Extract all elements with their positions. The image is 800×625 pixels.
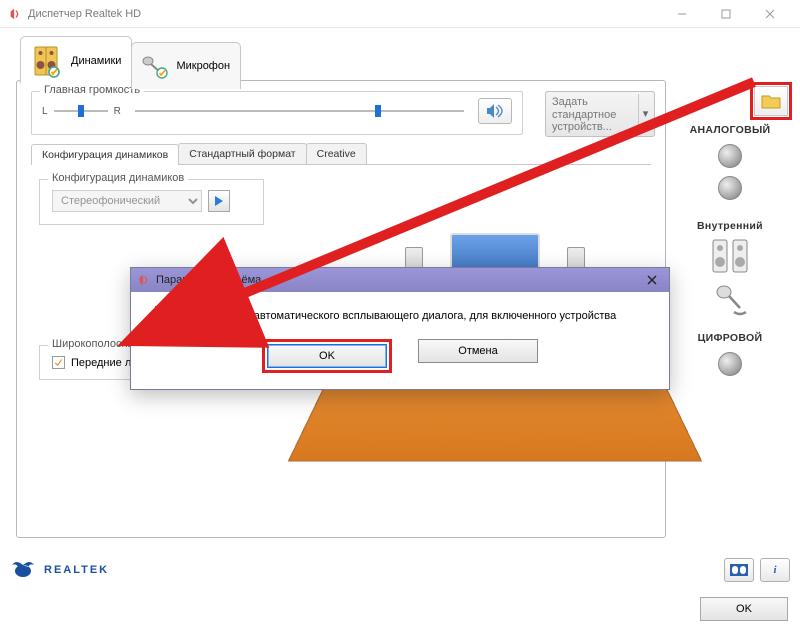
close-button[interactable] bbox=[748, 0, 792, 28]
speakers-icon bbox=[27, 43, 65, 79]
internal-speakers-icon bbox=[707, 236, 753, 276]
analog-label: АНАЛОГОВЫЙ bbox=[674, 124, 786, 136]
volume-slider[interactable] bbox=[135, 102, 464, 120]
analog-jack-1[interactable] bbox=[718, 144, 742, 168]
checkbox-icon bbox=[52, 356, 65, 369]
speaker-config-group: Конфигурация динамиков Стереофонический bbox=[39, 179, 264, 225]
maximize-button[interactable] bbox=[704, 0, 748, 28]
footer: REALTEK i bbox=[10, 558, 790, 582]
default-device-dropdown[interactable]: Задать стандартное устройств... ▾ bbox=[545, 91, 655, 137]
speaker-config-select[interactable]: Стереофонический bbox=[52, 190, 202, 212]
tab-speakers[interactable]: Динамики bbox=[20, 36, 132, 83]
dialog-icon bbox=[137, 273, 151, 287]
internal-label: Внутренний bbox=[674, 220, 786, 232]
analog-jack-2[interactable] bbox=[718, 176, 742, 200]
device-tabs: Динамики Микрофон bbox=[20, 36, 240, 83]
subtab-config[interactable]: Конфигурация динамиков bbox=[31, 144, 179, 165]
brand: REALTEK bbox=[10, 559, 109, 581]
subtab-creative[interactable]: Creative bbox=[306, 143, 367, 164]
minimize-button[interactable] bbox=[660, 0, 704, 28]
app-icon bbox=[8, 7, 22, 21]
balance-r-label: R bbox=[114, 106, 121, 117]
main-ok-button[interactable]: OK bbox=[700, 597, 788, 621]
connector-settings-dialog: Параметры разъёма Подключение автоматиче… bbox=[130, 267, 670, 390]
auto-popup-checkbox[interactable]: Подключение автоматического всплывающего… bbox=[155, 306, 645, 325]
balance-slider[interactable] bbox=[54, 102, 108, 120]
titlebar: Диспетчер Realtek HD bbox=[0, 0, 800, 28]
sub-tabs: Конфигурация динамиков Стандартный форма… bbox=[31, 143, 651, 165]
window-title: Диспетчер Realtek HD bbox=[28, 8, 660, 20]
subtab-format[interactable]: Стандартный формат bbox=[178, 143, 306, 164]
speaker-config-title: Конфигурация динамиков bbox=[48, 172, 188, 184]
highlight-box: OK bbox=[262, 339, 392, 373]
dialog-ok-button[interactable]: OK bbox=[267, 344, 387, 368]
tab-microphone-label: Микрофон bbox=[176, 60, 230, 72]
balance-l-label: L bbox=[42, 106, 48, 117]
info-button[interactable]: i bbox=[760, 558, 790, 582]
microphone-icon bbox=[138, 52, 170, 80]
chevron-down-icon: ▾ bbox=[638, 94, 652, 134]
main-volume-title: Главная громкость bbox=[40, 84, 144, 96]
realtek-logo-icon bbox=[10, 559, 36, 581]
digital-label: ЦИФРОВОЙ bbox=[674, 332, 786, 344]
mute-button[interactable] bbox=[478, 98, 512, 124]
internal-mic-icon bbox=[707, 280, 753, 320]
dialog-close-button[interactable] bbox=[641, 271, 663, 289]
play-test-button[interactable] bbox=[208, 190, 230, 212]
dolby-button[interactable] bbox=[724, 558, 754, 582]
main-volume-group: Главная громкость L R bbox=[31, 91, 523, 135]
connector-settings-button[interactable] bbox=[754, 86, 788, 116]
checkbox-icon bbox=[158, 309, 171, 322]
dialog-cancel-button[interactable]: Отмена bbox=[418, 339, 538, 363]
connector-panel: АНАЛОГОВЫЙ Внутренний ЦИФРОВОЙ bbox=[674, 84, 786, 538]
dialog-titlebar: Параметры разъёма bbox=[131, 268, 669, 292]
tab-speakers-label: Динамики bbox=[71, 55, 121, 67]
tab-microphone[interactable]: Микрофон bbox=[131, 42, 241, 89]
highlight-box bbox=[155, 306, 174, 325]
dialog-title: Параметры разъёма bbox=[156, 274, 261, 286]
digital-jack[interactable] bbox=[718, 352, 742, 376]
